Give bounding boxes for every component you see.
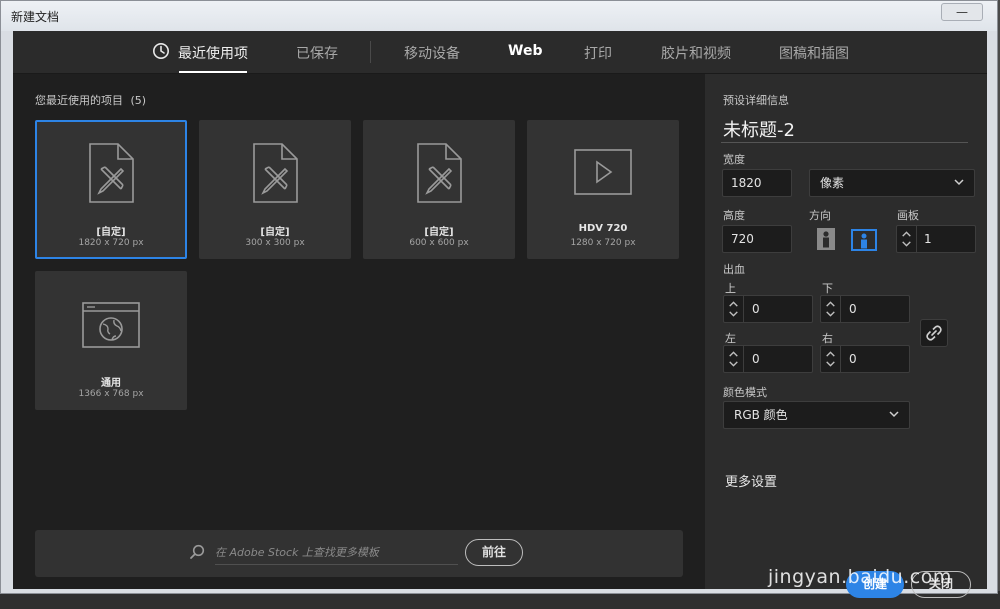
category-tabbar: 最近使用项 已保存 移动设备 Web 打印 胶片和视频 图稿和插图 bbox=[13, 31, 987, 74]
tab-mobile[interactable]: 移动设备 bbox=[404, 43, 460, 63]
preset-name: HDV 720 bbox=[578, 223, 628, 234]
new-document-dialog: 新建文档 — 最近使用项 已保存 移动设备 Web 打印 胶片和视频 图稿和插图 bbox=[0, 0, 998, 598]
unit-select-value: 像素 bbox=[820, 176, 845, 190]
clock-icon bbox=[153, 43, 169, 59]
stepper-arrows-icon[interactable] bbox=[821, 346, 841, 372]
video-play-icon bbox=[574, 149, 632, 195]
tab-film-video[interactable]: 胶片和视频 bbox=[661, 43, 731, 63]
preset-size: 600 x 600 px bbox=[409, 238, 469, 248]
stepper-arrows-icon[interactable] bbox=[897, 226, 917, 252]
document-pen-icon bbox=[89, 143, 134, 203]
bleed-top-value: 0 bbox=[752, 302, 760, 316]
document-name-field[interactable]: 未标题-2 bbox=[723, 116, 795, 142]
height-field[interactable]: 720 bbox=[722, 225, 792, 253]
web-globe-icon bbox=[82, 302, 140, 348]
bleed-top-label: 上 bbox=[725, 282, 736, 295]
preset-name: 通用 bbox=[101, 378, 121, 389]
chevron-down-icon bbox=[954, 179, 964, 186]
artboard-value: 1 bbox=[924, 232, 932, 246]
recent-panel: 您最近使用的项目 (5) [自定] 1820 x 720 px [自定] 300… bbox=[13, 74, 705, 589]
tab-web[interactable]: Web bbox=[508, 43, 542, 59]
link-icon bbox=[926, 325, 942, 341]
dialog-titlebar: 新建文档 — bbox=[1, 1, 997, 31]
search-icon bbox=[190, 544, 205, 559]
recent-heading-text: 您最近使用的项目 bbox=[35, 94, 123, 107]
width-field[interactable]: 1820 bbox=[722, 169, 792, 197]
artboard-label: 画板 bbox=[897, 209, 919, 222]
dialog-content: 最近使用项 已保存 移动设备 Web 打印 胶片和视频 图稿和插图 您最近使用的… bbox=[13, 31, 987, 598]
stepper-arrows-icon[interactable] bbox=[724, 296, 744, 322]
document-pen-icon bbox=[253, 143, 298, 203]
stepper-arrows-icon[interactable] bbox=[724, 346, 744, 372]
dialog-title: 新建文档 bbox=[11, 10, 60, 24]
tab-saved[interactable]: 已保存 bbox=[296, 43, 338, 63]
bleed-label: 出血 bbox=[723, 263, 745, 276]
tab-recent[interactable]: 最近使用项 bbox=[178, 43, 248, 63]
go-button[interactable]: 前往 bbox=[465, 539, 523, 566]
color-mode-label: 颜色模式 bbox=[723, 386, 767, 399]
active-tab-indicator bbox=[179, 71, 247, 73]
preset-name: [自定] bbox=[96, 227, 126, 238]
bleed-left-stepper[interactable]: 0 bbox=[723, 345, 813, 373]
preset-size: 1280 x 720 px bbox=[570, 238, 636, 248]
watermark-domain: jingyan.baidu.com bbox=[768, 566, 952, 588]
stock-search-bar: 前往 bbox=[35, 530, 683, 577]
preset-size: 1366 x 768 px bbox=[78, 389, 144, 399]
stock-search-input[interactable] bbox=[215, 541, 458, 565]
artboard-stepper[interactable]: 1 bbox=[896, 225, 976, 253]
preset-card[interactable]: 通用 1366 x 768 px bbox=[35, 271, 187, 410]
tab-divider bbox=[370, 41, 371, 63]
landscape-orientation-icon[interactable] bbox=[851, 228, 877, 252]
stepper-arrows-icon[interactable] bbox=[821, 296, 841, 322]
preset-details-heading: 预设详细信息 bbox=[723, 94, 789, 107]
bleed-right-stepper[interactable]: 0 bbox=[820, 345, 910, 373]
bleed-left-label: 左 bbox=[725, 332, 736, 345]
height-label: 高度 bbox=[723, 209, 745, 222]
tab-art-illustration[interactable]: 图稿和插图 bbox=[779, 43, 849, 63]
bleed-bottom-stepper[interactable]: 0 bbox=[820, 295, 910, 323]
preset-card[interactable]: [自定] 600 x 600 px bbox=[363, 120, 515, 259]
orientation-label: 方向 bbox=[809, 209, 831, 222]
preset-size: 1820 x 720 px bbox=[78, 238, 144, 248]
width-label: 宽度 bbox=[723, 153, 745, 166]
recent-heading: 您最近使用的项目 (5) bbox=[35, 92, 146, 108]
bleed-right-label: 右 bbox=[822, 332, 833, 345]
preset-name: [自定] bbox=[260, 227, 290, 238]
color-mode-value: RGB 颜色 bbox=[734, 408, 788, 422]
bleed-right-value: 0 bbox=[849, 352, 857, 366]
bleed-left-value: 0 bbox=[752, 352, 760, 366]
app-window: 新建文档 — 最近使用项 已保存 移动设备 Web 打印 胶片和视频 图稿和插图 bbox=[0, 0, 1000, 609]
document-name-underline bbox=[721, 142, 968, 143]
preset-size: 300 x 300 px bbox=[245, 238, 305, 248]
preset-card[interactable]: HDV 720 1280 x 720 px bbox=[527, 120, 679, 259]
document-pen-icon bbox=[417, 143, 462, 203]
portrait-orientation-icon[interactable] bbox=[815, 227, 837, 251]
bleed-bottom-label: 下 bbox=[822, 282, 833, 295]
recent-count: (5) bbox=[130, 94, 147, 107]
preset-name: [自定] bbox=[424, 227, 454, 238]
tab-print[interactable]: 打印 bbox=[584, 43, 612, 63]
color-mode-select[interactable]: RGB 颜色 bbox=[723, 401, 910, 429]
preset-card[interactable]: [自定] 300 x 300 px bbox=[199, 120, 351, 259]
preset-card[interactable]: [自定] 1820 x 720 px bbox=[35, 120, 187, 259]
unit-select[interactable]: 像素 bbox=[809, 169, 975, 197]
link-bleed-button[interactable] bbox=[920, 319, 948, 347]
bleed-top-stepper[interactable]: 0 bbox=[723, 295, 813, 323]
bleed-bottom-value: 0 bbox=[849, 302, 857, 316]
more-settings-link[interactable]: 更多设置 bbox=[725, 471, 777, 490]
window-close-button[interactable]: — bbox=[941, 3, 983, 21]
preset-details-panel: 预设详细信息 未标题-2 宽度 1820 像素 高度 方向 画板 720 1 出… bbox=[705, 74, 987, 598]
chevron-down-icon bbox=[889, 411, 899, 418]
